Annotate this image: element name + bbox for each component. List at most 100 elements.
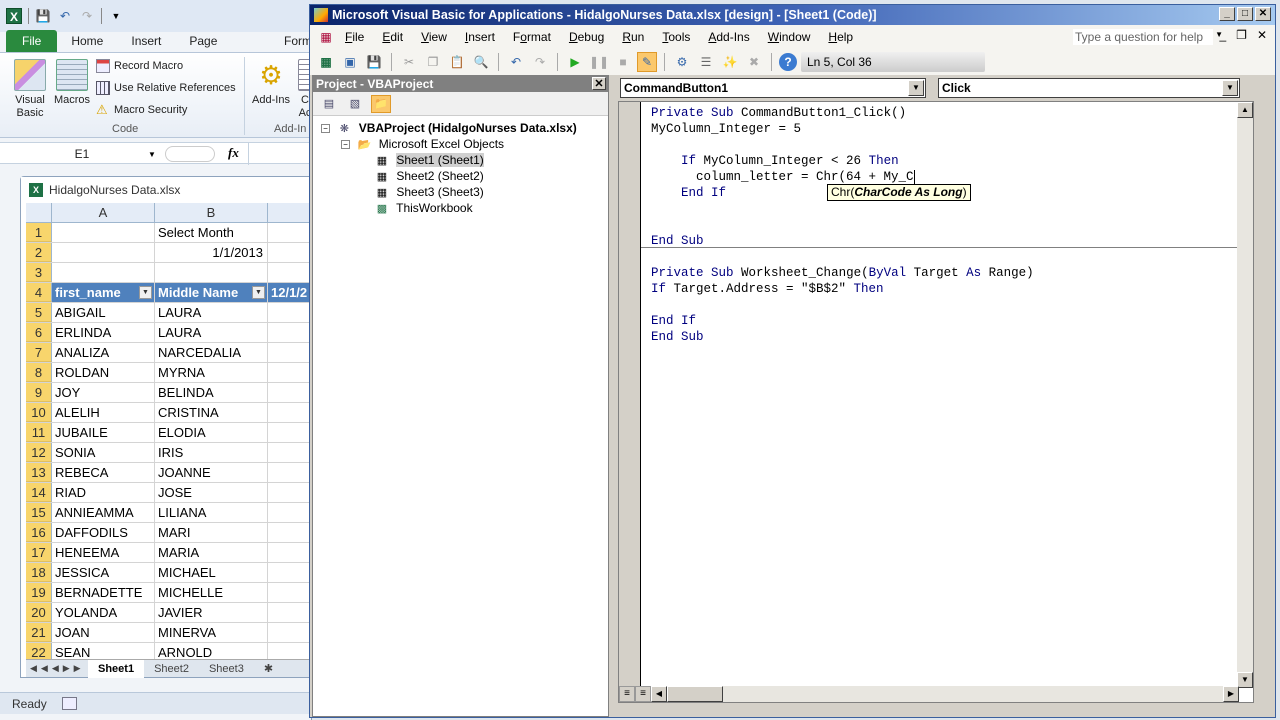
insert-sheet-icon[interactable]: ✱ [254,660,283,678]
project-explorer-icon[interactable]: ⚙ [672,52,692,72]
cell-b[interactable]: LAURA [155,303,268,322]
menu-help[interactable]: Help [819,30,862,44]
cell-c[interactable] [268,463,313,482]
cell-a[interactable]: JOY [52,383,155,402]
design-mode-icon[interactable]: ✎ [637,52,657,72]
procedure-view-icon[interactable]: ≡ [619,686,635,702]
break-icon[interactable]: ❚❚ [589,52,609,72]
column-header-a[interactable]: A [52,203,155,222]
cell-a[interactable]: BERNADETTE [52,583,155,602]
horizontal-scrollbar[interactable]: ≡ ≡ ◀ ▶ [619,686,1239,702]
menu-debug[interactable]: Debug [560,30,613,44]
column-header-c[interactable] [268,203,313,222]
cell-b[interactable]: MINERVA [155,623,268,642]
code-line[interactable] [651,249,1034,265]
cell-a[interactable]: ALELIH [52,403,155,422]
menu-edit[interactable]: Edit [373,30,412,44]
sheet-tab-sheet1[interactable]: Sheet1 [88,659,145,678]
tree-node-vbaproject[interactable]: − ❋ VBAProject (HidalgoNurses Data.xlsx) [313,120,608,136]
code-editor[interactable]: Private Sub CommandButton1_Click() MyColu… [618,101,1254,703]
row-header[interactable]: 1 [26,223,52,242]
row-header[interactable]: 7 [26,343,52,362]
cell-c[interactable] [268,483,313,502]
macro-security-button[interactable]: ⚠ Macro Security [96,103,187,117]
close-button[interactable]: ✕ [1255,7,1271,21]
sheet-tab-sheet2[interactable]: Sheet2 [144,660,199,678]
cell-b[interactable]: LAURA [155,323,268,342]
row-header[interactable]: 3 [26,263,52,282]
tab-formulas[interactable]: Form [270,30,312,52]
collapse-icon[interactable]: − [321,124,330,134]
cell-b[interactable]: JAVIER [155,603,268,622]
scroll-down-icon[interactable]: ▼ [1237,672,1253,688]
cell-b[interactable]: MICHELLE [155,583,268,602]
scroll-left-icon[interactable]: ◀ [651,686,667,702]
row-header[interactable]: 10 [26,403,52,422]
cell-b[interactable]: Select Month [155,223,268,242]
insert-userform-icon[interactable]: ▣ [340,52,360,72]
toolbox-icon[interactable]: ✖ [744,52,764,72]
menu-window[interactable]: Window [759,30,820,44]
row-header[interactable]: 4 [26,283,52,302]
mdi-restore-icon[interactable]: ❐ [1236,28,1247,42]
menu-tools[interactable]: Tools [653,30,699,44]
undo-icon[interactable]: ↶ [506,52,526,72]
cell-c[interactable] [268,323,313,342]
code-text[interactable]: Private Sub CommandButton1_Click() MyColu… [651,105,1034,345]
cell-b[interactable]: LILIANA [155,503,268,522]
cell-b[interactable]: CRISTINA [155,403,268,422]
insert-function-icon[interactable]: fx [228,145,239,161]
cell-a[interactable]: JUBAILE [52,423,155,442]
chevron-down-icon[interactable]: ▼ [908,80,924,96]
cell-b[interactable]: MARIA [155,543,268,562]
row-header[interactable]: 19 [26,583,52,602]
cell-c[interactable] [268,403,313,422]
cell-c[interactable] [268,523,313,542]
cell-b[interactable]: BELINDA [155,383,268,402]
cell-c[interactable]: 12/1/2 [268,283,313,302]
tab-insert[interactable]: Insert [117,30,175,52]
code-line[interactable]: Private Sub CommandButton1_Click() [651,105,1034,121]
code-line[interactable]: Private Sub Worksheet_Change(ByVal Targe… [651,265,1034,281]
cell-a[interactable] [52,263,155,282]
cell-b[interactable]: JOSE [155,483,268,502]
code-line[interactable]: MyColumn_Integer = 5 [651,121,1034,137]
code-line[interactable] [651,137,1034,153]
add-ins-button[interactable]: ⚙ Add-Ins [250,59,292,107]
help-icon[interactable]: ? [779,53,797,71]
reset-icon[interactable]: ■ [613,52,633,72]
object-dropdown[interactable]: CommandButton1 ▼ [620,78,926,98]
row-header[interactable]: 12 [26,443,52,462]
cell-a[interactable]: JOAN [52,623,155,642]
row-header[interactable]: 21 [26,623,52,642]
code-margin-indicator-bar[interactable] [619,102,641,702]
name-box[interactable]: E1 [6,144,158,164]
horizontal-scroll-track[interactable] [723,686,1223,702]
collapse-icon[interactable]: − [341,140,350,150]
procedure-dropdown[interactable]: Click ▼ [938,78,1240,98]
worksheet-grid[interactable]: A B 1 Select Month 2 1/1/2013 3 4 first_name ▼ M… [26,203,313,663]
tree-node-sheet2[interactable]: ▦ Sheet2 (Sheet2) [313,168,608,184]
tab-file[interactable]: File [6,30,58,52]
cell-a[interactable]: first_name ▼ [52,283,155,302]
maximize-button[interactable]: □ [1237,7,1253,21]
row-header[interactable]: 11 [26,423,52,442]
cell-a[interactable] [52,243,155,262]
code-line[interactable]: End If [651,313,1034,329]
close-icon[interactable]: ✕ [592,77,606,90]
cell-c[interactable] [268,563,313,582]
column-header-b[interactable]: B [155,203,268,222]
filter-dropdown-icon[interactable]: ▼ [139,286,152,299]
cell-c[interactable] [268,623,313,642]
mdi-close-icon[interactable]: ✕ [1257,28,1267,42]
cell-a[interactable]: YOLANDA [52,603,155,622]
properties-window-icon[interactable]: ☰ [696,52,716,72]
cell-c[interactable] [268,543,313,562]
row-header[interactable]: 16 [26,523,52,542]
tree-node-sheet3[interactable]: ▦ Sheet3 (Sheet3) [313,184,608,200]
visual-basic-button[interactable]: Visual Basic [10,59,50,120]
cell-b[interactable]: MICHAEL [155,563,268,582]
row-header[interactable]: 13 [26,463,52,482]
cell-c[interactable] [268,423,313,442]
cell-b[interactable]: MARI [155,523,268,542]
